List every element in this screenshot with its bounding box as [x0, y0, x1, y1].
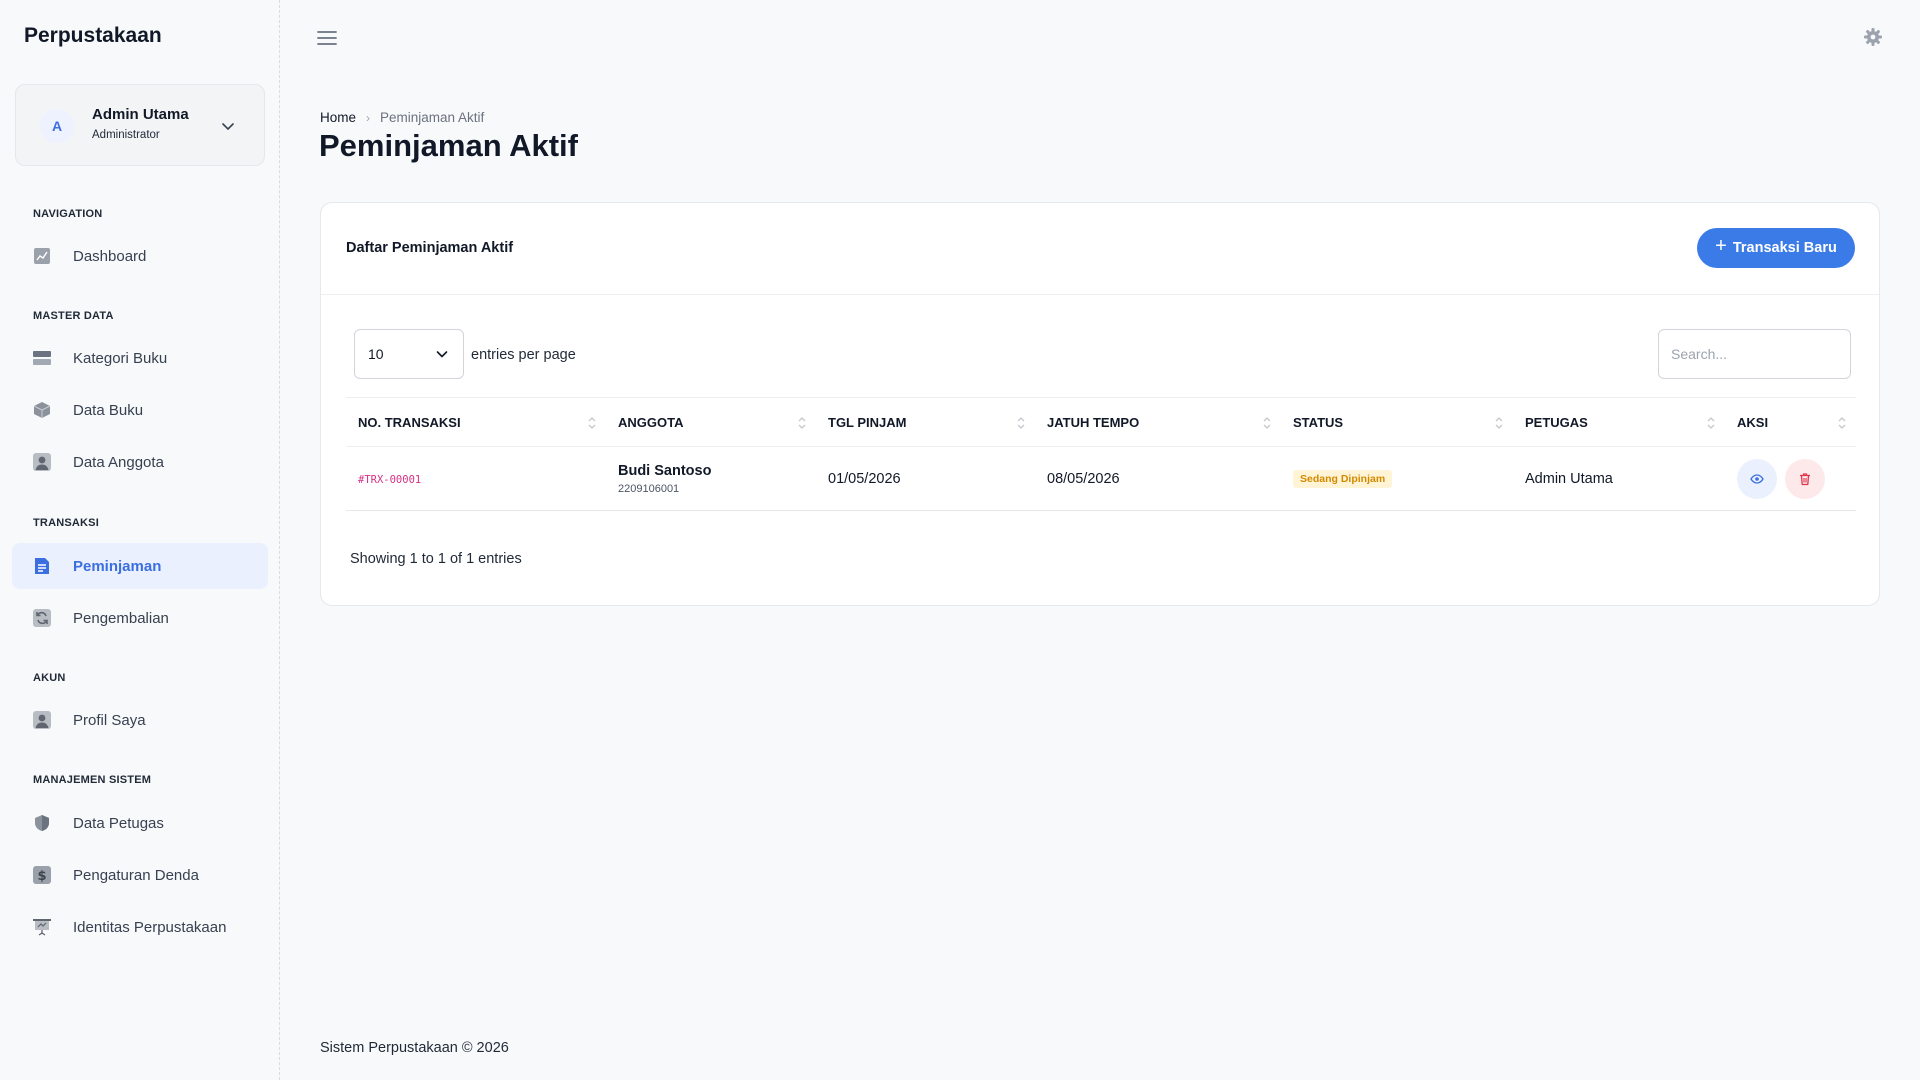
sidebar-item-kategori-buku[interactable]: Kategori Buku	[12, 335, 268, 381]
column-header-status[interactable]: Status	[1281, 397, 1513, 447]
sidebar-item-label: Peminjaman	[73, 557, 162, 575]
loans-table: No. Transaksi Anggota Tgl Pinjam Jatuh T…	[346, 397, 1856, 511]
cell-jatuh-tempo: 08/05/2026	[1035, 446, 1281, 511]
chart-icon	[34, 248, 50, 264]
dollar-icon: $	[33, 866, 51, 884]
svg-text:$: $	[37, 869, 46, 884]
user-name: Admin Utama	[92, 106, 189, 123]
status-badge: Sedang Dipinjam	[1293, 469, 1393, 488]
sort-icon[interactable]	[1017, 415, 1025, 431]
table-header-row: No. Transaksi Anggota Tgl Pinjam Jatuh T…	[346, 397, 1856, 447]
sort-icon[interactable]	[1838, 415, 1846, 431]
member-id: 2209106001	[618, 482, 680, 495]
nav-heading-navigation: NAVIGATION	[33, 208, 103, 220]
app-brand: Perpustakaan	[24, 24, 162, 47]
new-transaction-label: Transaksi Baru	[1732, 240, 1837, 256]
sidebar-item-data-buku[interactable]: Data Buku	[12, 387, 268, 433]
sidebar-item-label: Identitas Perpustakaan	[73, 918, 227, 936]
entries-per-page-select[interactable]: 10	[354, 329, 464, 379]
cell-aksi	[1725, 446, 1856, 511]
sort-icon[interactable]	[1707, 415, 1715, 431]
sidebar-item-label: Dashboard	[73, 247, 147, 265]
column-header-no-transaksi[interactable]: No. Transaksi	[346, 397, 606, 447]
category-icon	[33, 351, 51, 365]
entries-per-page-value: 10	[368, 346, 384, 362]
plus-icon: +	[1715, 235, 1727, 257]
view-button[interactable]	[1737, 458, 1777, 499]
gear-icon[interactable]	[1863, 27, 1883, 47]
user-icon	[33, 711, 51, 729]
footer-text: Sistem Perpustakaan © 2026	[320, 1040, 509, 1056]
sidebar-item-identitas-perpustakaan[interactable]: Identitas Perpustakaan	[12, 904, 268, 950]
nav-heading-transaksi: TRANSAKSI	[33, 517, 99, 529]
column-header-tgl-pinjam[interactable]: Tgl Pinjam	[816, 397, 1035, 447]
sort-icon[interactable]	[1495, 415, 1503, 431]
cell-petugas: Admin Utama	[1513, 446, 1725, 511]
page-title: Peminjaman Aktif	[319, 128, 578, 163]
eye-icon	[1750, 473, 1764, 484]
chevron-down-icon	[436, 351, 448, 358]
column-header-anggota[interactable]: Anggota	[606, 397, 816, 447]
sort-icon[interactable]	[798, 415, 806, 431]
delete-button[interactable]	[1785, 458, 1826, 499]
sidebar: Perpustakaan A Admin Utama Administrator…	[0, 0, 280, 1080]
breadcrumb-home-link[interactable]: Home	[320, 110, 356, 125]
sidebar-item-data-anggota[interactable]: Data Anggota	[12, 439, 268, 485]
sidebar-item-peminjaman[interactable]: Peminjaman	[12, 543, 268, 589]
loans-card: Daftar Peminjaman Aktif + Transaksi Baru…	[320, 202, 1880, 606]
sidebar-item-data-petugas[interactable]: Data Petugas	[12, 800, 268, 846]
sort-icon[interactable]	[588, 415, 596, 431]
nav-heading-akun: AKUN	[33, 672, 66, 684]
menu-toggle-icon[interactable]	[317, 29, 337, 47]
refresh-icon	[33, 609, 51, 627]
cell-no-transaksi: #TRX-00001	[346, 446, 606, 511]
table-row: #TRX-00001 Budi Santoso 2209106001 01/05…	[346, 446, 1856, 511]
presentation-icon	[33, 919, 51, 936]
card-header: Daftar Peminjaman Aktif + Transaksi Baru	[321, 203, 1879, 295]
table-info: Showing 1 to 1 of 1 entries	[350, 551, 522, 567]
sidebar-item-dashboard[interactable]: Dashboard	[12, 233, 268, 279]
member-name: Budi Santoso	[618, 462, 712, 479]
entries-per-page-label: entries per page	[471, 347, 576, 363]
cell-status: Sedang Dipinjam	[1281, 446, 1513, 511]
user-role: Administrator	[92, 129, 160, 141]
box-icon	[33, 402, 51, 418]
sidebar-item-label: Kategori Buku	[73, 349, 168, 367]
user-menu[interactable]: A Admin Utama Administrator	[15, 84, 265, 166]
transaction-id-link[interactable]: #TRX-00001	[358, 474, 421, 486]
trash-icon	[1800, 472, 1811, 485]
sidebar-item-label: Data Anggota	[73, 453, 164, 471]
shield-icon	[35, 815, 49, 831]
card-title: Daftar Peminjaman Aktif	[346, 240, 514, 256]
chevron-down-icon[interactable]	[220, 118, 236, 134]
search-input[interactable]	[1658, 329, 1851, 379]
column-header-aksi[interactable]: Aksi	[1725, 397, 1856, 447]
sidebar-item-label: Pengembalian	[73, 609, 169, 627]
column-header-petugas[interactable]: Petugas	[1513, 397, 1725, 447]
sidebar-item-label: Profil Saya	[73, 711, 146, 729]
nav-heading-manajemen-sistem: MANAJEMEN SISTEM	[33, 774, 152, 786]
breadcrumb-separator: ›	[366, 110, 371, 125]
new-transaction-button[interactable]: + Transaksi Baru	[1697, 228, 1855, 268]
sidebar-item-label: Data Petugas	[73, 814, 164, 832]
sidebar-item-pengembalian[interactable]: Pengembalian	[12, 595, 268, 641]
avatar: A	[40, 109, 74, 143]
nav-heading-master-data: MASTER DATA	[33, 310, 114, 322]
breadcrumb: Home › Peminjaman Aktif	[320, 110, 484, 125]
cell-tgl-pinjam: 01/05/2026	[816, 446, 1035, 511]
user-icon	[33, 453, 51, 471]
document-icon	[35, 558, 49, 574]
sidebar-item-profil-saya[interactable]: Profil Saya	[12, 697, 268, 743]
column-header-jatuh-tempo[interactable]: Jatuh Tempo	[1035, 397, 1281, 447]
cell-anggota: Budi Santoso 2209106001	[606, 446, 816, 511]
sidebar-item-pengaturan-denda[interactable]: $ Pengaturan Denda	[12, 852, 268, 898]
sort-icon[interactable]	[1263, 415, 1271, 431]
sidebar-item-label: Data Buku	[73, 401, 144, 419]
breadcrumb-current: Peminjaman Aktif	[380, 110, 485, 125]
sidebar-item-label: Pengaturan Denda	[73, 866, 199, 884]
